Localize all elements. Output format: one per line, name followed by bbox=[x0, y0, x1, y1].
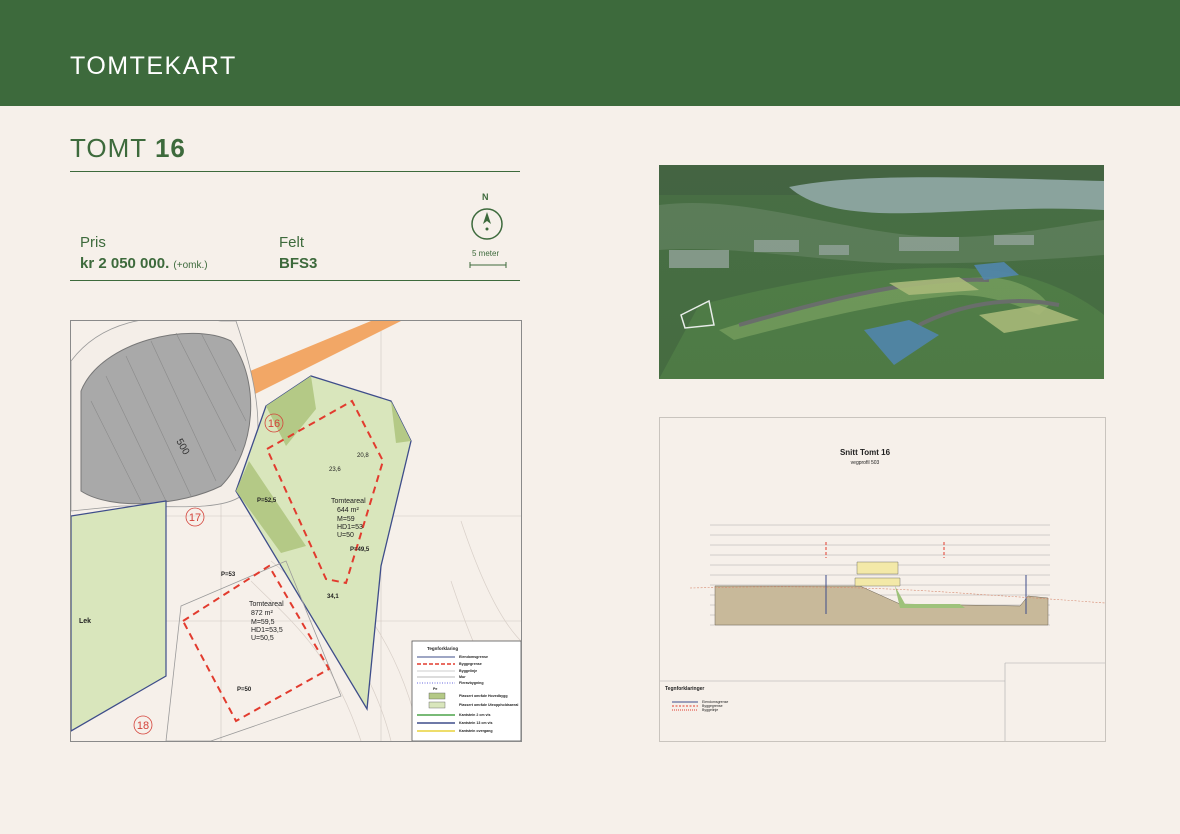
title-divider bbox=[70, 171, 520, 172]
plot-16-m: M=59 bbox=[337, 516, 355, 523]
plot-number: 16 bbox=[154, 133, 186, 163]
price-label: Pris bbox=[80, 234, 106, 251]
play-area-label: Lek bbox=[79, 618, 91, 625]
compass: N 5 meter bbox=[469, 192, 507, 272]
site-plan-map: 500 Lek 16 17 18 Tomteareal 644 m² M=59 … bbox=[70, 320, 522, 742]
legend-item-3: Mur bbox=[459, 675, 466, 679]
dim-1: 23,6 bbox=[329, 467, 341, 473]
p-label-4: P=50 bbox=[237, 687, 252, 693]
section-title: Snitt Tomt 16 bbox=[840, 448, 891, 457]
legend-item-0: Eiendomsgrense bbox=[459, 655, 488, 659]
page-title: TOMTEKART bbox=[70, 52, 237, 80]
plot-17-hd: HD1=53,5 bbox=[251, 627, 283, 634]
section-drawing: Snitt Tomt 16 vegprofil 503 Tegnforklari… bbox=[659, 417, 1106, 742]
legend-item-2: Byggelinje bbox=[459, 669, 477, 673]
legend-item-10: Kantstein overgang bbox=[459, 729, 493, 733]
legend-item-7: Plassert område Uteoppholdsareal bbox=[459, 703, 518, 707]
field-label: Felt bbox=[279, 234, 305, 251]
scale-label: 5 meter bbox=[472, 249, 500, 258]
plot-16-area-text: 644 m² bbox=[337, 507, 359, 514]
legend-item-1: Byggegrense bbox=[459, 662, 482, 666]
section-profile: Snitt Tomt 16 vegprofil 503 Tegnforklari… bbox=[660, 448, 1105, 741]
plot-title: TOMT 16 bbox=[70, 133, 186, 164]
compass-icon bbox=[471, 208, 503, 240]
legend-item-6: Plassert område Hovedbygg bbox=[459, 694, 508, 698]
aerial-photo bbox=[659, 165, 1104, 379]
plot-16-number: 16 bbox=[268, 418, 280, 430]
price-value: kr 2 050 000. (+omk.) bbox=[80, 255, 208, 272]
legend-title: Tegnforklaring bbox=[427, 646, 458, 651]
price-note: (+omk.) bbox=[173, 260, 208, 271]
plot-16-name: Tomteareal bbox=[331, 498, 366, 505]
section-legend-title: Tegnforklaringer bbox=[665, 686, 704, 692]
plot-17-m: M=59,5 bbox=[251, 619, 275, 626]
section-legend-item-2: Byggelinje bbox=[702, 708, 718, 712]
play-area bbox=[71, 500, 167, 732]
price-amount: kr 2 050 000. bbox=[80, 255, 170, 272]
site-plan-drawing: 500 Lek 16 17 18 Tomteareal 644 m² M=59 … bbox=[71, 321, 521, 741]
p-label-2: P=49,5 bbox=[350, 547, 370, 553]
plot-17-name: Tomteareal bbox=[249, 601, 284, 608]
plot-18-number: 18 bbox=[137, 720, 149, 732]
legend-item-9: Kantstein 13 cm vis bbox=[459, 721, 493, 725]
aerial-photo-illustration bbox=[659, 165, 1104, 379]
field-value: BFS3 bbox=[279, 255, 318, 272]
plot-16-u: U=50 bbox=[337, 532, 354, 539]
plot-17-u: U=50,5 bbox=[251, 635, 274, 642]
compass-north: N bbox=[482, 192, 489, 202]
plot-label: TOMT bbox=[70, 133, 147, 163]
legend-item-8: Kantstein 2 cm vis bbox=[459, 713, 491, 717]
plot-17-area-text: 872 m² bbox=[251, 610, 273, 617]
page-header: TOMTEKART bbox=[0, 0, 1180, 106]
section-subtitle: vegprofil 503 bbox=[851, 460, 880, 466]
p-label-1: P=52,5 bbox=[257, 498, 277, 504]
dim-2: 20,8 bbox=[357, 453, 369, 459]
legend-item-5: Pe bbox=[433, 687, 437, 691]
legend-item-4: Fleravbygning bbox=[459, 681, 484, 685]
dim-3: 34,1 bbox=[327, 594, 339, 600]
info-divider bbox=[70, 280, 520, 281]
plot-17-number: 17 bbox=[189, 512, 201, 524]
plot-16-hd: HD1=53 bbox=[337, 524, 363, 531]
p-label-3: P=53 bbox=[221, 572, 236, 578]
scale-bar bbox=[469, 262, 507, 268]
